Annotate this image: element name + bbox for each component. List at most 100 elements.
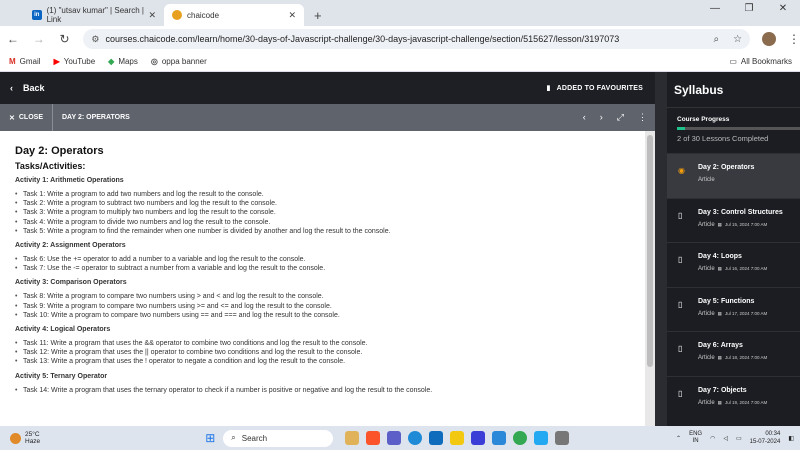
lang-code: ENG xyxy=(689,431,703,437)
lesson-item[interactable]: ▯ Day 5: Functions Article ▦ Jul 17, 2024 7:… xyxy=(667,286,800,332)
vscode-icon[interactable] xyxy=(534,431,549,445)
bookmark-maps[interactable]: ◆ Maps xyxy=(108,57,138,66)
taskbar-search[interactable]: ⌕ Search xyxy=(223,429,334,447)
teams-icon[interactable] xyxy=(387,431,402,445)
lesson-title: Day 2: Operators xyxy=(698,164,755,171)
course-progress-bar xyxy=(677,127,800,130)
restore-icon[interactable]: ❐ xyxy=(732,3,766,14)
back-button[interactable]: ‹ Back xyxy=(10,83,45,93)
wifi-icon[interactable]: ◠ xyxy=(710,435,715,442)
task-item: Task 4: Write a program to divide two nu… xyxy=(15,218,645,227)
lesson-item[interactable]: ▯ Day 7: Objects Article ▦ Jul 19, 2024 7:00… xyxy=(667,375,800,421)
chaicode-icon xyxy=(172,10,182,20)
tab-chaicode[interactable]: chaicode ✕ xyxy=(164,4,304,26)
activity-heading: Activity 2: Assignment Operators xyxy=(15,242,126,250)
zoom-icon[interactable]: ⌕ xyxy=(714,34,720,45)
activity-sections: Activity 1: Arithmetic Operations Task 1:… xyxy=(15,177,645,395)
new-tab-button[interactable]: + xyxy=(314,4,322,26)
close-icon: ✕ xyxy=(9,114,15,122)
task-item: Task 7: Use the -= operator to subtract … xyxy=(15,264,645,273)
file-explorer-icon[interactable] xyxy=(345,431,360,445)
book-icon: ▯ xyxy=(678,255,683,264)
system-tray: ⌃ ENG IN ◠ ◁ ▭ 00:34 15-07-2024 ◧ xyxy=(676,430,794,446)
vpn-icon[interactable] xyxy=(471,431,486,445)
reload-icon[interactable]: ↻ xyxy=(52,32,78,46)
battery-icon[interactable]: ▭ xyxy=(736,435,742,442)
youtube-icon: ▶ xyxy=(53,57,60,66)
volume-icon[interactable]: ◁ xyxy=(723,435,728,442)
language-indicator[interactable]: ENG IN xyxy=(689,431,702,445)
clock-date: 15-07-2024 xyxy=(749,439,781,445)
back-arrow-icon[interactable]: ← xyxy=(0,32,26,46)
url-text: courses.chaicode.com/learn/home/30-days-… xyxy=(105,34,620,44)
snipping-tool-icon[interactable] xyxy=(555,431,570,445)
forward-arrow-icon[interactable]: → xyxy=(26,32,52,46)
site-info-icon[interactable]: ⚙ xyxy=(91,34,99,45)
lesson-article: Day 2: Operators Tasks/Activities: Activ… xyxy=(0,131,645,426)
task-item: Task 12: Write a program that uses the |… xyxy=(15,348,645,357)
search-icon: ⌕ xyxy=(231,433,236,442)
task-item: Task 1: Write a program to add two numbe… xyxy=(15,190,645,199)
book-icon: ▯ xyxy=(678,388,683,398)
lesson-breadcrumb: DAY 2: OPERATORS xyxy=(62,114,130,121)
all-bookmarks-button[interactable]: ▭ All Bookmarks xyxy=(729,57,792,66)
close-window-icon[interactable]: ✕ xyxy=(766,3,800,14)
browser-menu-icon[interactable]: ⋮ xyxy=(788,32,800,46)
tab-linkedin[interactable]: in (1) "utsav kumar" | Search | Link ✕ xyxy=(24,4,164,26)
chrome-icon[interactable] xyxy=(513,431,528,445)
fullscreen-icon[interactable]: ⤢ xyxy=(617,112,624,123)
lesson-type: Article xyxy=(698,221,715,228)
syllabus-title: Syllabus xyxy=(667,72,800,108)
course-progress-fill xyxy=(677,127,686,130)
calendar-icon: ▦ xyxy=(717,399,722,405)
scrollbar-thumb[interactable] xyxy=(647,135,653,367)
weather-widget[interactable]: 25°C Haze xyxy=(10,431,40,445)
lesson-type: Article xyxy=(698,399,715,406)
clock[interactable]: 00:34 15-07-2024 xyxy=(750,430,781,446)
bookmark-icon: ▮ xyxy=(546,85,551,92)
address-bar-row: ← → ↻ ⚙ courses.chaicode.com/learn/home/… xyxy=(0,26,800,52)
globe-icon: ◎ xyxy=(150,57,158,66)
task-item: Task 9: Write a program to compare two n… xyxy=(15,302,645,311)
lesson-item[interactable]: ◉ Day 2: Operators Article xyxy=(667,153,800,198)
more-options-icon[interactable]: ⋮ xyxy=(638,112,647,123)
windows-start-icon[interactable]: ⊞ xyxy=(205,431,215,445)
close-tab-icon[interactable]: ✕ xyxy=(148,10,156,21)
calendar-icon: ▦ xyxy=(717,266,722,271)
mail-icon[interactable] xyxy=(429,431,444,445)
window-controls: — ❐ ✕ xyxy=(698,3,800,14)
lesson-meta: Article ▦ Jul 18, 2024 7:00 AM xyxy=(698,355,800,361)
url-field[interactable]: ⚙ courses.chaicode.com/learn/home/30-day… xyxy=(83,29,751,49)
task-item: Task 2: Write a program to subtract two … xyxy=(15,199,645,208)
lesson-item[interactable]: ▯ Day 3: Control Structures Article ▦ Jul 15… xyxy=(667,197,800,243)
calendar-icon: ▦ xyxy=(717,221,722,227)
folder-app-icon[interactable] xyxy=(450,431,465,445)
profile-avatar[interactable] xyxy=(762,32,777,46)
task-list: Task 14: Write a program that uses the t… xyxy=(15,386,645,395)
close-button[interactable]: ✕ CLOSE xyxy=(0,104,53,131)
lesson-item[interactable]: ▯ Day 4: Loops Article ▦ Jul 16, 2024 7:00 A… xyxy=(667,242,800,287)
task-item: Task 11: Write a program that uses the &… xyxy=(15,339,645,348)
notification-icon[interactable]: ◧ xyxy=(788,435,794,442)
store-icon[interactable] xyxy=(492,431,507,445)
task-item: Task 6: Use the += operator to add a num… xyxy=(15,255,645,264)
player-top-bar: ‹ Back ▮ ADDED TO FAVOURITES xyxy=(0,72,655,104)
book-icon: ▯ xyxy=(678,299,683,309)
article-scrollbar[interactable] xyxy=(645,131,655,426)
edge-icon[interactable] xyxy=(408,431,423,445)
lesson-item[interactable]: ▯ Day 6: Arrays Article ▦ Jul 18, 2024 7:00 … xyxy=(667,331,800,376)
lesson-title: Day 4: Loops xyxy=(698,253,742,260)
close-tab-icon[interactable]: ✕ xyxy=(288,10,296,21)
next-lesson-icon[interactable]: › xyxy=(600,112,603,123)
minimize-icon[interactable]: — xyxy=(698,3,732,14)
course-progress-label: Course Progress xyxy=(677,116,730,123)
lesson-date: Jul 15, 2024 7:00 AM xyxy=(724,221,768,227)
bookmark-gmail[interactable]: M Gmail xyxy=(9,57,41,66)
brave-icon[interactable] xyxy=(366,431,381,445)
bookmark-star-icon[interactable]: ☆ xyxy=(733,34,742,45)
prev-lesson-icon[interactable]: ‹ xyxy=(583,112,586,123)
show-hidden-icons[interactable]: ⌃ xyxy=(676,435,681,442)
favourite-button[interactable]: ▮ ADDED TO FAVOURITES xyxy=(547,84,643,92)
bookmark-youtube[interactable]: ▶ YouTube xyxy=(54,57,96,66)
bookmark-oppa-banner[interactable]: ◎ oppa banner xyxy=(151,57,207,66)
